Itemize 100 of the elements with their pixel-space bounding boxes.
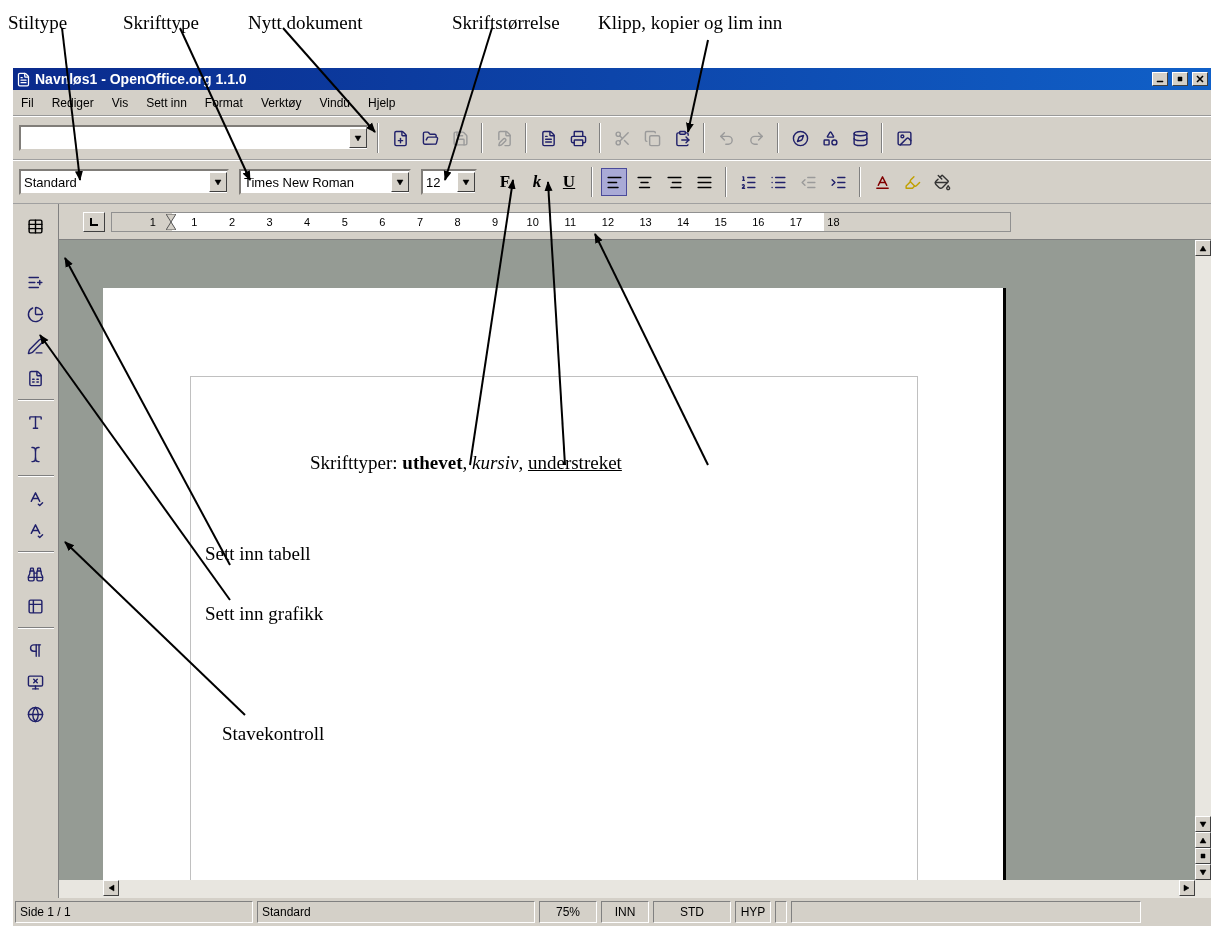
ruler-number: 5 xyxy=(340,215,349,228)
ruler-number: 13 xyxy=(638,215,653,228)
shapes-icon xyxy=(821,129,839,147)
monitor-icon[interactable] xyxy=(27,673,44,691)
dropdown-button[interactable] xyxy=(457,172,475,192)
minimize-button[interactable] xyxy=(1152,72,1168,86)
ruler-number: 16 xyxy=(751,215,766,228)
font-name-field[interactable]: Times New Roman xyxy=(239,169,411,195)
scroll-left-button[interactable] xyxy=(103,880,119,896)
scroll-right-button[interactable] xyxy=(1179,880,1195,896)
font-size-field[interactable]: 12 xyxy=(421,169,477,195)
new-document-icon xyxy=(391,129,409,147)
picture-frame-icon xyxy=(895,129,913,147)
horizontal-scrollbar[interactable] xyxy=(59,880,1211,898)
alignment-button[interactable] xyxy=(601,168,627,196)
dropdown-button[interactable] xyxy=(209,172,227,192)
scroll-down-button[interactable] xyxy=(1195,816,1211,832)
document-pen-icon xyxy=(495,129,513,147)
tab-stop-icon xyxy=(89,216,99,227)
annotation-label: Stiltype xyxy=(8,12,68,34)
ruler-number: 11 xyxy=(563,215,578,228)
binoculars-icon[interactable] xyxy=(27,565,44,583)
pen-icon[interactable] xyxy=(27,337,44,355)
next-page-button[interactable] xyxy=(1195,864,1211,880)
status-cell: Side 1 / 1 xyxy=(15,901,253,923)
vertical-scrollbar[interactable] xyxy=(1195,240,1211,880)
pdf-document-icon xyxy=(539,129,557,147)
dropdown-button[interactable] xyxy=(391,172,409,192)
tab-stop-button[interactable] xyxy=(83,211,105,232)
paste-icon xyxy=(673,129,691,147)
paint-bucket-icon[interactable] xyxy=(933,173,951,191)
navigation-button[interactable] xyxy=(1195,848,1211,864)
annotation-label: Skrifttyper: uthevet, kursiv, understreket xyxy=(310,452,622,474)
printer-icon xyxy=(569,129,587,147)
size-value: 12 xyxy=(426,174,441,190)
ruler-number: 2 xyxy=(227,215,237,228)
ruler-number: 14 xyxy=(676,215,691,228)
ruler-number: 18 xyxy=(826,215,841,228)
italic-button[interactable]: k xyxy=(523,168,551,196)
close-button[interactable] xyxy=(1192,72,1208,86)
annotation-label: Nytt dokument xyxy=(248,12,363,34)
ruler-number: 12 xyxy=(600,215,616,228)
text-icon[interactable] xyxy=(27,413,44,431)
ruler-number: 8 xyxy=(453,215,462,228)
scroll-up-button[interactable] xyxy=(1195,240,1211,256)
font-value: Times New Roman xyxy=(244,174,355,190)
underline-button[interactable]: U xyxy=(555,168,583,196)
previous-page-button[interactable] xyxy=(1195,832,1211,848)
caret-icon xyxy=(107,884,115,892)
ruler-number: 6 xyxy=(378,215,387,228)
menu-item[interactable]: Sett inn xyxy=(146,95,187,110)
ruler-number: 7 xyxy=(415,215,424,228)
scissors-icon xyxy=(613,129,631,147)
menu-item[interactable]: Vindu xyxy=(319,95,351,110)
ruler-number: 15 xyxy=(713,215,728,228)
globe-icon[interactable] xyxy=(27,705,44,723)
redo-icon xyxy=(747,129,765,147)
menu-item[interactable]: Fil xyxy=(21,95,34,110)
indent-marker-icon[interactable] xyxy=(165,213,176,230)
annotation-label: Stavekontroll xyxy=(222,723,325,745)
dropdown-button[interactable] xyxy=(349,128,367,148)
document-icon xyxy=(16,71,31,87)
folder-icon xyxy=(421,129,439,147)
restore-icon xyxy=(1176,75,1184,83)
status-cell: Standard xyxy=(257,901,535,923)
ruler-number: 1 xyxy=(148,215,157,228)
ruler-number: 4 xyxy=(303,215,312,228)
caret-icon xyxy=(462,178,470,186)
ruler-number: 3 xyxy=(265,215,274,228)
numbered-list-icon xyxy=(739,173,757,191)
annotation-label: Skriftstørrelse xyxy=(452,12,560,34)
pilcrow-icon[interactable] xyxy=(27,641,44,659)
undo-icon xyxy=(717,129,735,147)
menu-item[interactable]: Hjelp xyxy=(368,95,396,110)
database-icon xyxy=(851,129,869,147)
annotation-label: Skrifttype xyxy=(123,12,199,34)
menu-item[interactable]: Vis xyxy=(111,95,129,110)
pie-chart-icon[interactable] xyxy=(27,305,44,323)
form-icon[interactable] xyxy=(27,369,44,387)
font-color-icon[interactable] xyxy=(873,173,891,191)
table-icon[interactable] xyxy=(27,217,44,235)
url-field[interactable] xyxy=(19,125,369,151)
status-cell xyxy=(775,901,787,923)
table-icon[interactable] xyxy=(27,597,44,615)
caret-icon xyxy=(354,134,362,142)
status-cell: HYP xyxy=(735,901,771,923)
copy-icon xyxy=(643,129,661,147)
bold-button[interactable]: F xyxy=(491,168,519,196)
style-value: Standard xyxy=(24,174,77,190)
status-cell: STD xyxy=(653,901,731,923)
ruler-number: 17 xyxy=(788,215,803,228)
compass-icon xyxy=(791,129,809,147)
ruler-number: 9 xyxy=(491,215,500,228)
ruler-number: 1 xyxy=(190,215,199,228)
restore-button[interactable] xyxy=(1172,72,1188,86)
annotation-label: Sett inn grafikk xyxy=(205,603,324,625)
caret-icon xyxy=(1199,244,1207,252)
status-cell: INN xyxy=(601,901,649,923)
menu-item[interactable]: Verktøy xyxy=(260,95,302,110)
paragraph-style-field[interactable]: Standard xyxy=(19,169,229,195)
